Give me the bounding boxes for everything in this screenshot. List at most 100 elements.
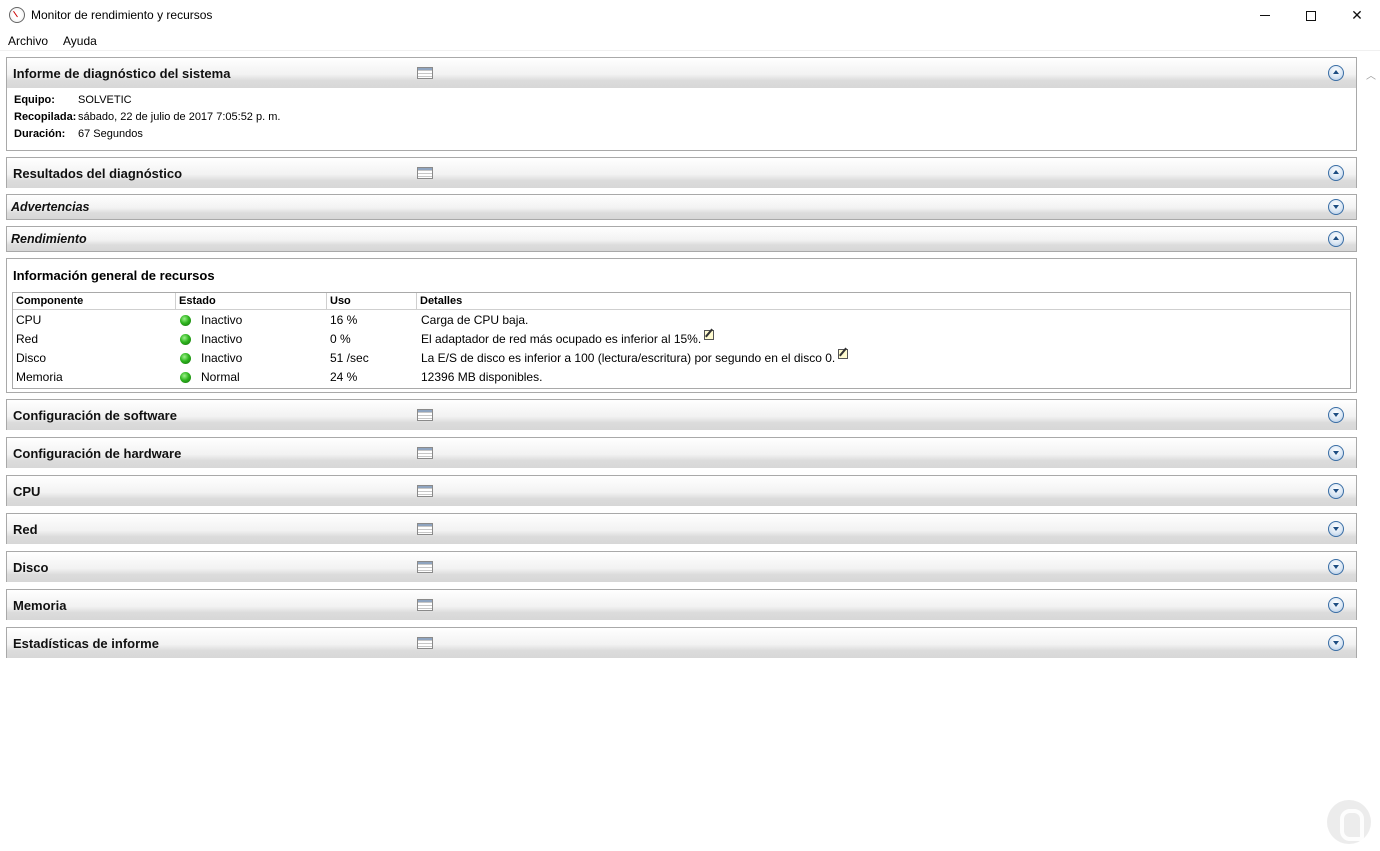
cell-status: Normal [201, 370, 240, 384]
note-icon[interactable] [704, 330, 715, 340]
maximize-button[interactable] [1288, 0, 1334, 31]
status-ok-icon [180, 353, 191, 364]
collapse-icon[interactable] [1328, 65, 1344, 81]
expand-icon[interactable] [1328, 407, 1344, 423]
section-software-config: Configuración de software [6, 399, 1357, 430]
report-info: Equipo: SOLVETIC Recopilada: sábado, 22 … [7, 88, 1356, 149]
section-title: Resultados del diagnóstico [13, 166, 183, 181]
status-ok-icon [180, 315, 191, 326]
column-header-estado[interactable]: Estado [176, 293, 327, 310]
section-header[interactable]: Advertencias [7, 195, 1356, 219]
maximize-icon [1306, 10, 1316, 21]
table-icon[interactable] [417, 67, 433, 79]
section-header[interactable]: Informe de diagnóstico del sistema [7, 58, 1356, 88]
table-icon[interactable] [417, 167, 433, 179]
column-header-uso[interactable]: Uso [327, 293, 417, 310]
table-icon[interactable] [417, 485, 433, 497]
table-icon[interactable] [417, 637, 433, 649]
info-label: Equipo: [14, 94, 55, 106]
expand-icon[interactable] [1328, 635, 1344, 651]
cell-component: Disco [16, 351, 47, 365]
info-value: sábado, 22 de julio de 2017 7:05:52 p. m… [78, 111, 281, 123]
info-row-equipo: Equipo: SOLVETIC [14, 94, 1349, 111]
expand-icon[interactable] [1328, 597, 1344, 613]
section-title: Advertencias [11, 200, 90, 214]
section-title: Informe de diagnóstico del sistema [13, 66, 231, 81]
expand-icon[interactable] [1328, 199, 1344, 215]
section-diagnostic-results: Resultados del diagnóstico [6, 157, 1357, 188]
section-header[interactable]: Red [7, 514, 1356, 544]
section-header[interactable]: Configuración de hardware [7, 438, 1356, 468]
table-row: Red Inactivo 0 % El adaptador de red más… [13, 330, 1350, 349]
info-row-duracion: Duración: 67 Segundos [14, 128, 1349, 145]
vertical-scrollbar[interactable]: ︿ [1362, 51, 1380, 851]
menu-ayuda[interactable]: Ayuda [63, 34, 97, 48]
status-ok-icon [180, 372, 191, 383]
cell-component: Memoria [16, 370, 63, 384]
section-title: Red [13, 522, 38, 537]
menu-archivo[interactable]: Archivo [8, 34, 48, 48]
section-header[interactable]: Memoria [7, 590, 1356, 620]
note-icon[interactable] [838, 349, 849, 359]
column-header-detalles[interactable]: Detalles [417, 293, 1350, 310]
expand-icon[interactable] [1328, 521, 1344, 537]
section-title: Estadísticas de informe [13, 636, 159, 651]
table-icon[interactable] [417, 409, 433, 421]
app-icon [9, 7, 25, 23]
column-header-componente[interactable]: Componente [13, 293, 176, 310]
info-label: Duración: [14, 128, 66, 140]
section-cpu: CPU [6, 475, 1357, 506]
menu-bar: Archivo Ayuda [0, 31, 1380, 51]
status-ok-icon [180, 334, 191, 345]
section-header[interactable]: Configuración de software [7, 400, 1356, 430]
cell-details: El adaptador de red más ocupado es infer… [421, 330, 715, 346]
table-icon[interactable] [417, 447, 433, 459]
section-header[interactable]: Estadísticas de informe [7, 628, 1356, 658]
minimize-icon [1260, 15, 1270, 16]
section-header[interactable]: Disco [7, 552, 1356, 582]
collapse-icon[interactable] [1328, 231, 1344, 247]
details-text: 12396 MB disponibles. [421, 370, 543, 384]
close-icon: ✕ [1351, 7, 1363, 23]
table-row: CPU Inactivo 16 % Carga de CPU baja. [13, 311, 1350, 330]
section-header[interactable]: Rendimiento [7, 227, 1356, 251]
cell-details: La E/S de disco es inferior a 100 (lectu… [421, 349, 849, 365]
section-title: CPU [13, 484, 41, 499]
expand-icon[interactable] [1328, 483, 1344, 499]
section-system-report: Informe de diagnóstico del sistema Equip… [6, 57, 1357, 151]
info-label: Recopilada: [14, 111, 77, 123]
details-text: Carga de CPU baja. [421, 313, 529, 327]
scroll-up-icon[interactable]: ︿ [1366, 67, 1376, 82]
info-value: 67 Segundos [78, 128, 143, 140]
watermark-logo [1327, 800, 1371, 844]
expand-icon[interactable] [1328, 445, 1344, 461]
cell-usage: 24 % [330, 370, 358, 384]
table-row: Disco Inactivo 51 /sec La E/S de disco e… [13, 349, 1350, 368]
resource-table: Componente Estado Uso Detalles CPU Inact… [12, 292, 1351, 389]
section-performance: Rendimiento [6, 226, 1357, 252]
cell-component: Red [16, 332, 39, 346]
table-icon[interactable] [417, 561, 433, 573]
cell-status: Inactivo [201, 313, 243, 327]
section-title: Memoria [13, 598, 67, 613]
cell-status: Inactivo [201, 332, 243, 346]
collapse-icon[interactable] [1328, 165, 1344, 181]
table-icon[interactable] [417, 523, 433, 535]
section-title: Configuración de hardware [13, 446, 182, 461]
section-hardware-config: Configuración de hardware [6, 437, 1357, 468]
section-network: Red [6, 513, 1357, 544]
cell-status: Inactivo [201, 351, 243, 365]
section-disk: Disco [6, 551, 1357, 582]
close-button[interactable]: ✕ [1334, 0, 1380, 31]
cell-details: Carga de CPU baja. [421, 313, 528, 327]
expand-icon[interactable] [1328, 559, 1344, 575]
section-header[interactable]: Resultados del diagnóstico [7, 158, 1356, 188]
table-icon[interactable] [417, 599, 433, 611]
section-warnings: Advertencias [6, 194, 1357, 220]
title-bar: Monitor de rendimiento y recursos ✕ [0, 0, 1380, 31]
section-header[interactable]: CPU [7, 476, 1356, 506]
section-title: Disco [13, 560, 49, 575]
cell-usage: 16 % [330, 313, 358, 327]
minimize-button[interactable] [1242, 0, 1288, 31]
section-memory: Memoria [6, 589, 1357, 620]
